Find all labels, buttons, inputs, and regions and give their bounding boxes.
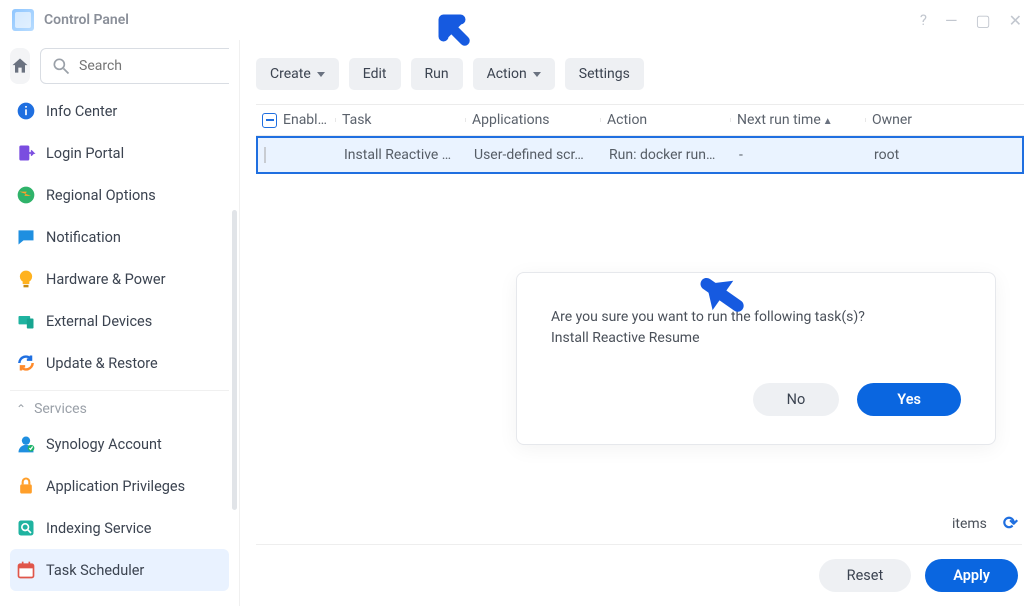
sidebar-item-label: Login Portal bbox=[46, 145, 124, 162]
run-button[interactable]: Run bbox=[411, 58, 463, 90]
chevron-down-icon bbox=[533, 72, 541, 77]
header-checkbox-indeterminate[interactable] bbox=[262, 113, 277, 128]
dialog-no-button[interactable]: No bbox=[753, 383, 840, 416]
sidebar-item-label: Application Privileges bbox=[46, 478, 185, 495]
devices-icon bbox=[16, 311, 36, 331]
col-enabled[interactable]: Enabl… bbox=[256, 112, 336, 128]
account-icon bbox=[16, 434, 36, 454]
col-next-run[interactable]: Next run time▲ bbox=[731, 112, 866, 128]
sidebar: Info Center Login Portal Regional Option… bbox=[0, 40, 240, 606]
home-button[interactable] bbox=[10, 48, 30, 84]
chevron-down-icon bbox=[317, 72, 325, 77]
sidebar-item-label: Task Scheduler bbox=[46, 562, 144, 579]
cell-applications: User-defined scr… bbox=[468, 147, 603, 163]
sidebar-item-label: Synology Account bbox=[46, 436, 162, 453]
col-applications[interactable]: Applications bbox=[466, 112, 601, 128]
globe-icon bbox=[16, 185, 36, 205]
sidebar-item-label: Indexing Service bbox=[46, 520, 151, 537]
items-count-label: items bbox=[952, 516, 987, 532]
sidebar-item-application-privileges[interactable]: Application Privileges bbox=[10, 465, 229, 507]
chevron-up-icon: ⌃ bbox=[16, 402, 26, 416]
reset-button[interactable]: Reset bbox=[819, 559, 912, 592]
sidebar-item-label: Hardware & Power bbox=[46, 271, 165, 288]
cell-owner: root bbox=[868, 147, 983, 163]
col-owner[interactable]: Owner bbox=[866, 112, 981, 128]
search-icon bbox=[51, 56, 71, 76]
annotation-arrow bbox=[424, 0, 480, 56]
search-input[interactable] bbox=[79, 58, 229, 74]
cell-action: Run: docker run… bbox=[603, 147, 733, 163]
sidebar-item-hardware-power[interactable]: Hardware & Power bbox=[10, 258, 229, 300]
dialog-message-line1: Are you sure you want to run the followi… bbox=[551, 307, 961, 328]
sync-icon bbox=[16, 353, 36, 373]
sidebar-item-info-center[interactable]: Info Center bbox=[10, 90, 229, 132]
dialog-message-line2: Install Reactive Resume bbox=[551, 328, 961, 349]
lock-icon bbox=[16, 476, 36, 496]
edit-button[interactable]: Edit bbox=[349, 58, 401, 90]
sidebar-item-regional-options[interactable]: Regional Options bbox=[10, 174, 229, 216]
bulb-icon bbox=[16, 269, 36, 289]
sidebar-item-update-restore[interactable]: Update & Restore bbox=[10, 342, 229, 384]
search-input-wrap[interactable] bbox=[40, 48, 229, 84]
sort-asc-icon: ▲ bbox=[823, 116, 833, 127]
sidebar-item-notification[interactable]: Notification bbox=[10, 216, 229, 258]
section-label: Services bbox=[34, 401, 87, 417]
sidebar-item-label: External Devices bbox=[46, 313, 152, 330]
task-table: Enabl… Task Applications Action Next run… bbox=[256, 104, 1024, 174]
col-action[interactable]: Action bbox=[601, 112, 731, 128]
confirm-dialog: Are you sure you want to run the followi… bbox=[516, 272, 996, 445]
cell-task: Install Reactive … bbox=[338, 147, 468, 163]
toolbar: Create Edit Run Action Settings bbox=[240, 40, 1034, 104]
sidebar-section-services[interactable]: ⌃ Services bbox=[10, 390, 229, 423]
annotation-arrow bbox=[688, 256, 748, 328]
portal-icon bbox=[16, 143, 36, 163]
sidebar-item-label: Regional Options bbox=[46, 187, 156, 204]
info-icon bbox=[16, 101, 36, 121]
chat-icon bbox=[16, 227, 36, 247]
row-checkbox[interactable] bbox=[264, 147, 266, 163]
settings-button[interactable]: Settings bbox=[565, 58, 644, 90]
sidebar-item-synology-account[interactable]: Synology Account bbox=[10, 423, 229, 465]
apply-button[interactable]: Apply bbox=[925, 559, 1018, 592]
maximize-icon[interactable]: ▢ bbox=[975, 11, 990, 30]
app-icon bbox=[12, 9, 34, 31]
sidebar-item-label: Notification bbox=[46, 229, 121, 246]
sidebar-item-login-portal[interactable]: Login Portal bbox=[10, 132, 229, 174]
create-button[interactable]: Create bbox=[256, 58, 339, 90]
sidebar-item-indexing-service[interactable]: Indexing Service bbox=[10, 507, 229, 549]
help-icon[interactable]: ? bbox=[920, 11, 927, 29]
col-task[interactable]: Task bbox=[336, 112, 466, 128]
calendar-icon bbox=[16, 560, 36, 580]
close-icon[interactable]: ✕ bbox=[1009, 11, 1022, 30]
window-title: Control Panel bbox=[44, 12, 129, 28]
action-button[interactable]: Action bbox=[473, 58, 555, 90]
home-icon bbox=[10, 56, 30, 76]
main-panel: Create Edit Run Action Settings Enabl… T… bbox=[240, 40, 1034, 606]
titlebar: Control Panel ? — ▢ ✕ bbox=[0, 0, 1034, 40]
table-row[interactable]: Install Reactive … User-defined scr… Run… bbox=[256, 136, 1024, 174]
table-header: Enabl… Task Applications Action Next run… bbox=[256, 104, 1024, 136]
sidebar-item-label: Info Center bbox=[46, 103, 117, 120]
sidebar-item-task-scheduler[interactable]: Task Scheduler bbox=[10, 549, 229, 591]
index-icon bbox=[16, 518, 36, 538]
scrollbar[interactable] bbox=[232, 210, 237, 510]
sidebar-item-label: Update & Restore bbox=[46, 355, 158, 372]
minimize-icon[interactable]: — bbox=[945, 11, 958, 30]
dialog-yes-button[interactable]: Yes bbox=[857, 383, 961, 416]
cell-next-run: - bbox=[733, 147, 868, 163]
sidebar-item-external-devices[interactable]: External Devices bbox=[10, 300, 229, 342]
refresh-icon[interactable]: ⟳ bbox=[1003, 513, 1018, 534]
